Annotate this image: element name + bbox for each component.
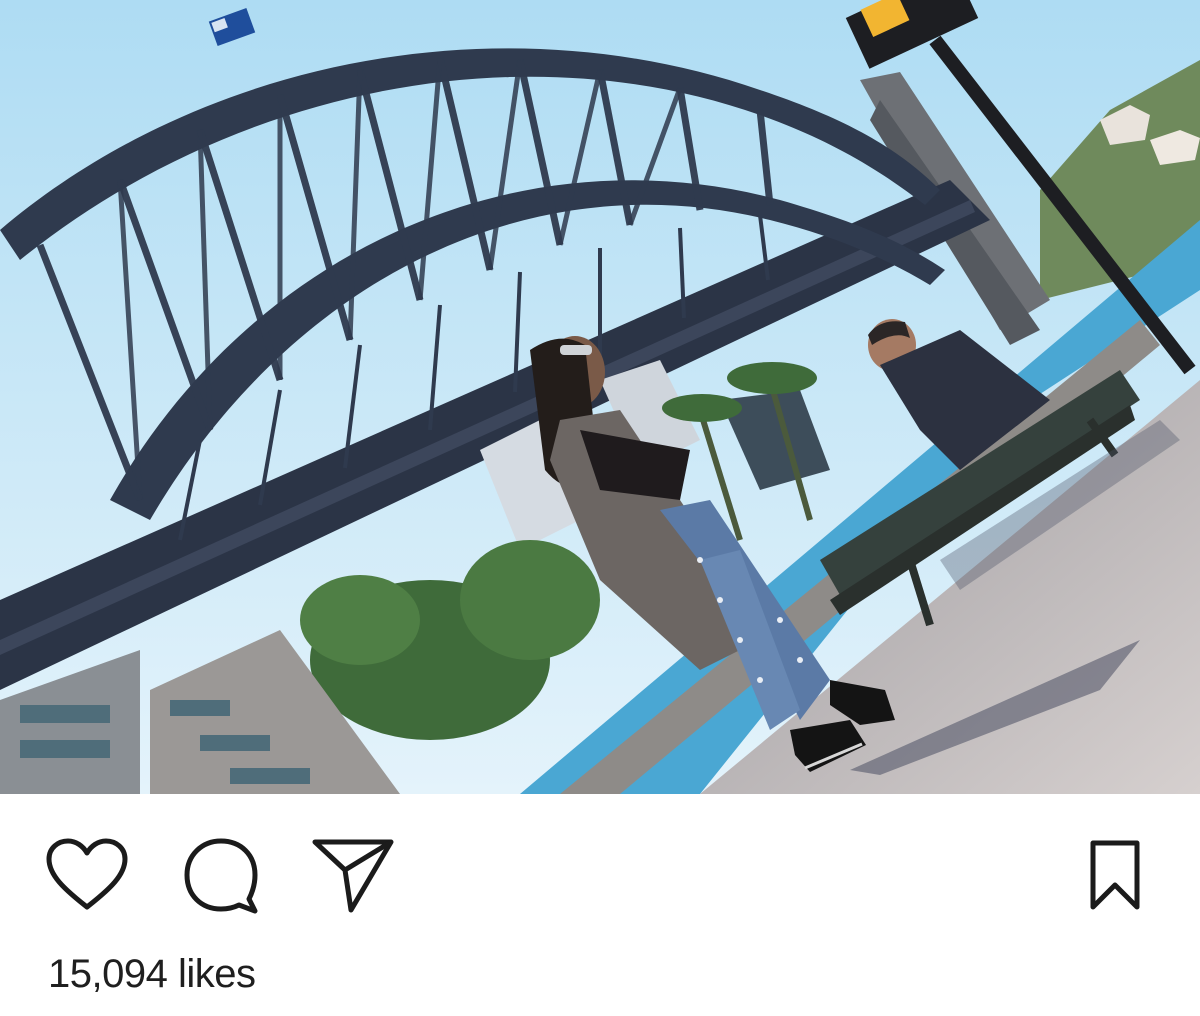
post-actions-bar bbox=[0, 794, 1200, 944]
likes-count[interactable]: 15,094 likes bbox=[48, 948, 256, 1000]
paper-plane-icon bbox=[312, 839, 394, 913]
share-button[interactable] bbox=[308, 830, 398, 920]
instagram-post: 15,094 likes bbox=[0, 0, 1200, 1016]
photo-illustration bbox=[0, 0, 1200, 794]
comment-button[interactable] bbox=[176, 830, 266, 920]
comment-bubble-icon bbox=[184, 838, 258, 914]
like-button[interactable] bbox=[42, 830, 132, 920]
save-button[interactable] bbox=[1070, 830, 1160, 920]
bookmark-outline-icon bbox=[1090, 840, 1140, 910]
heart-outline-icon bbox=[46, 838, 128, 910]
post-photo[interactable] bbox=[0, 0, 1200, 794]
